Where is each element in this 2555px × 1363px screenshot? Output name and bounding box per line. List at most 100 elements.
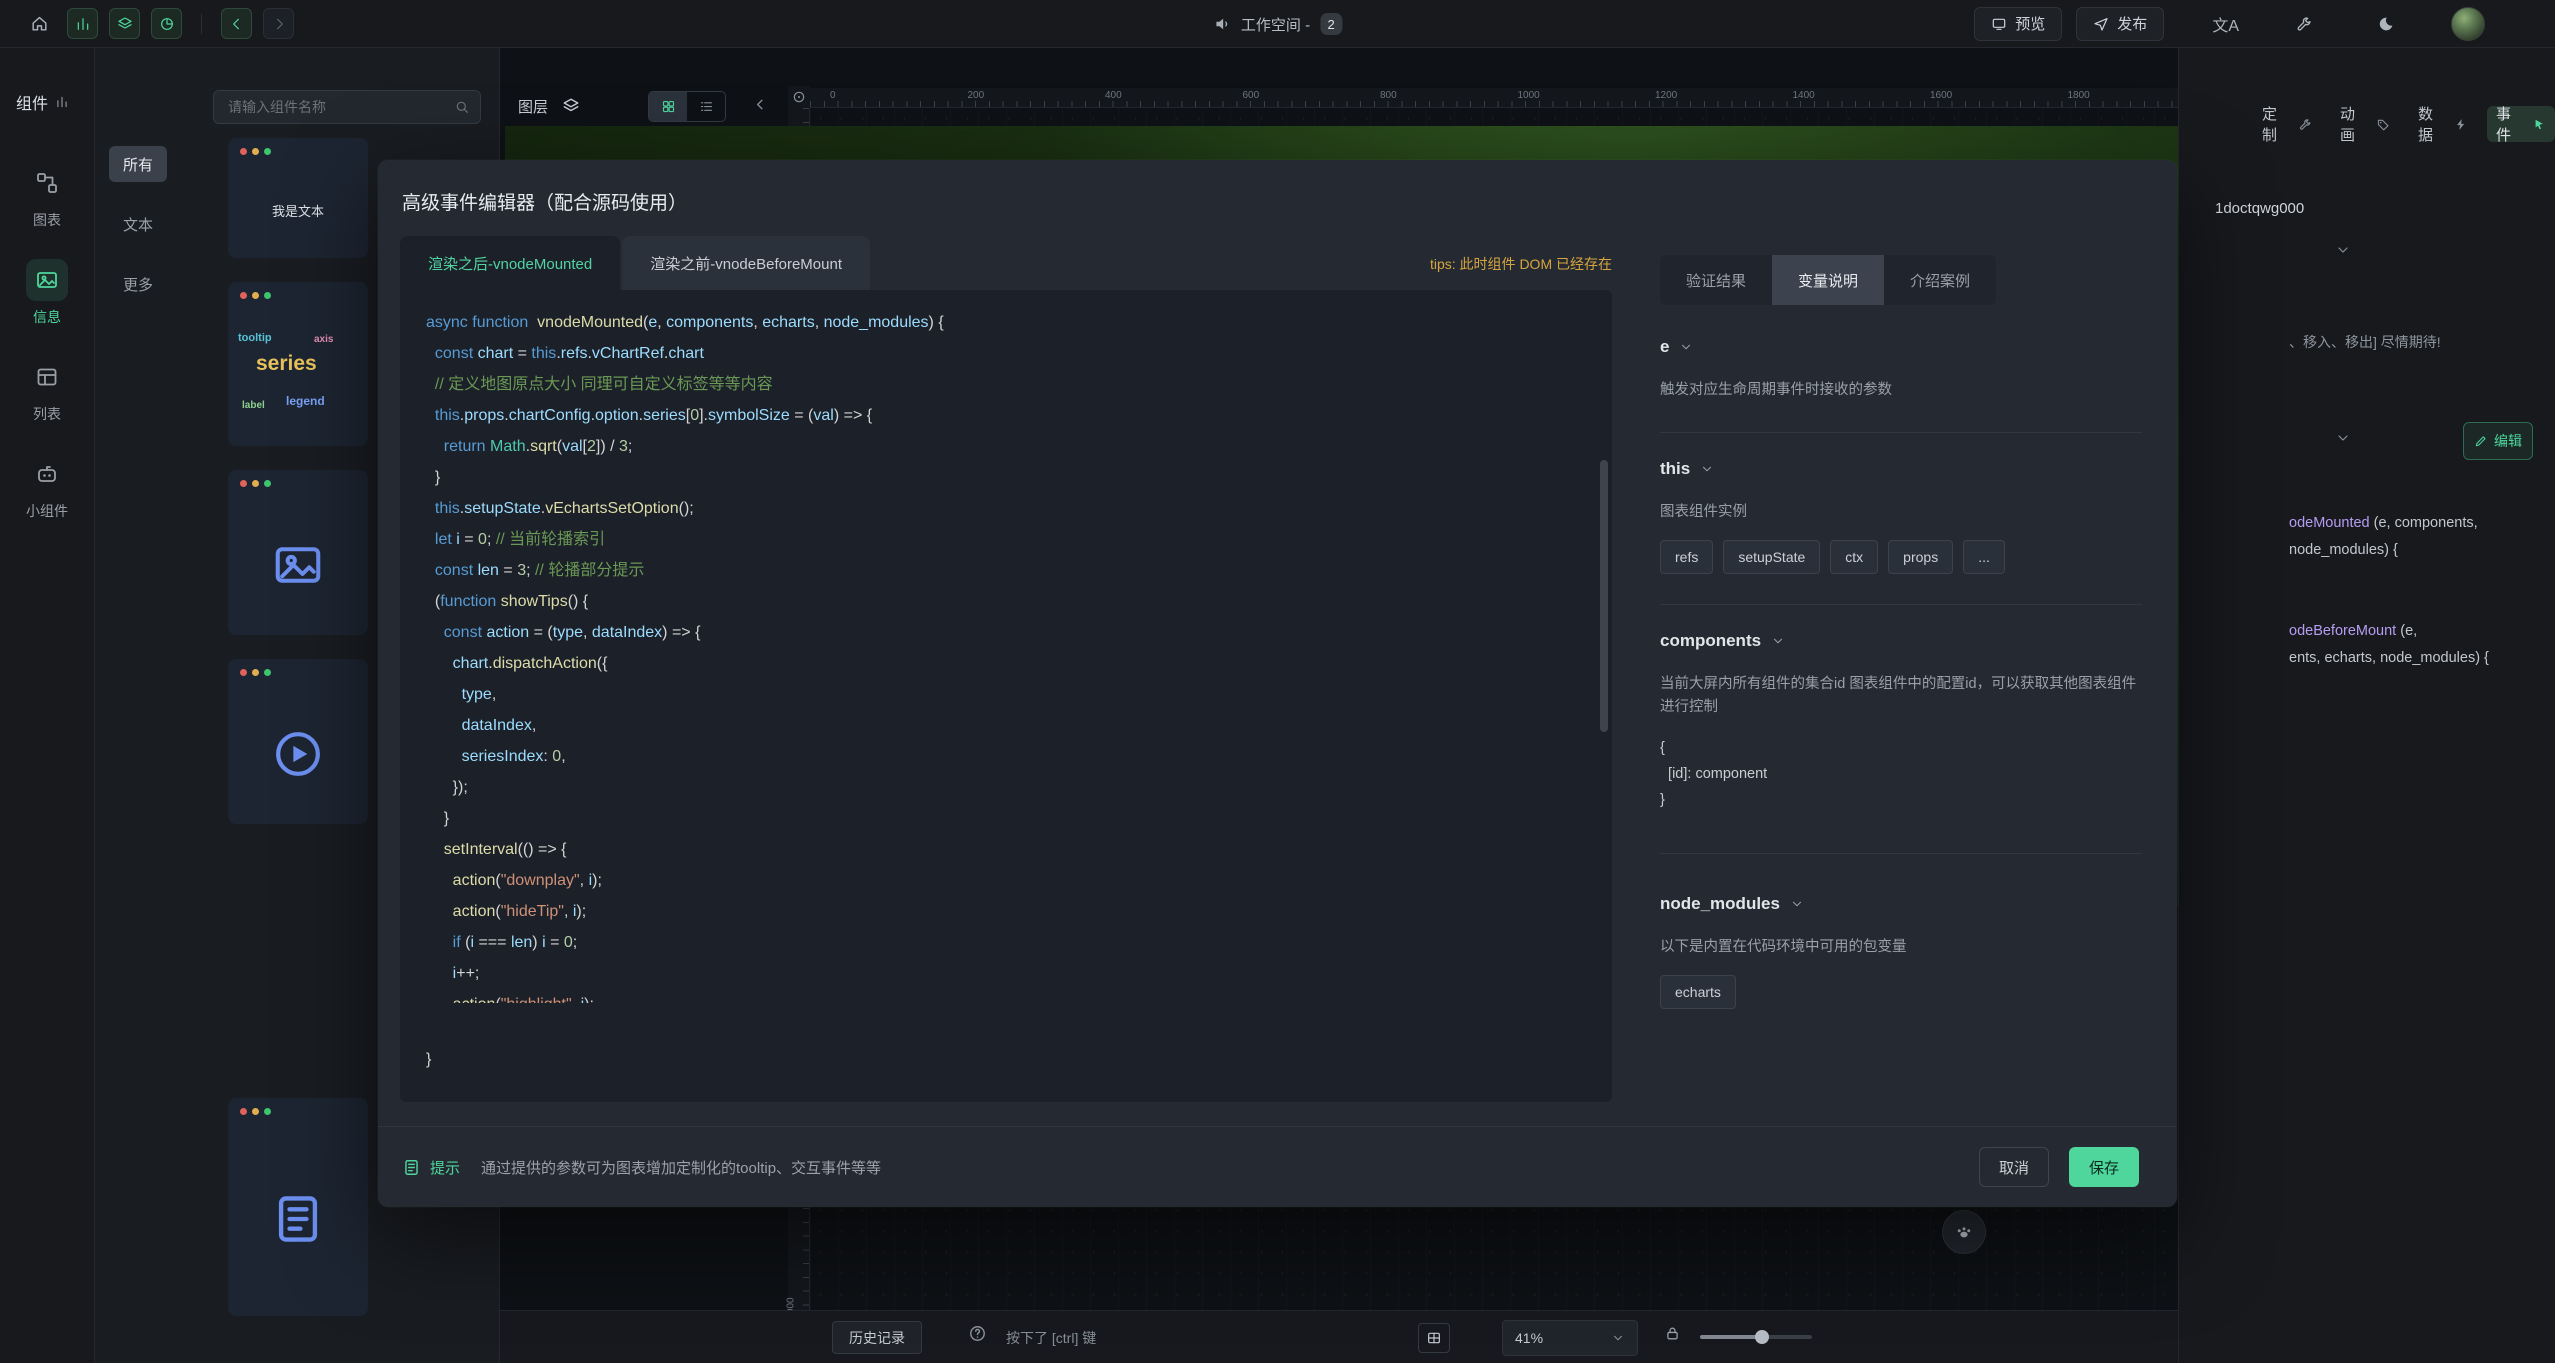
bottom-bar: 历史记录 按下了 [ctrl] 键 41%	[500, 1310, 2178, 1363]
help-icon[interactable]	[968, 1324, 987, 1343]
tools-button[interactable]	[2287, 7, 2321, 41]
pie-tool-button[interactable]	[151, 8, 182, 39]
zoom-slider-handle[interactable]	[1755, 1330, 1769, 1344]
event-snippet-before-mount[interactable]: odeBeforeMount (e, ents, echarts, node_m…	[2289, 618, 2489, 672]
var-section-components[interactable]: components	[1660, 631, 2142, 651]
chevron-down-icon[interactable]	[2335, 430, 2351, 446]
rail-item-widgets[interactable]: 小组件	[7, 447, 87, 527]
ruler-number: 1200	[1655, 90, 1677, 101]
rail-item-lists[interactable]: 列表	[7, 350, 87, 430]
chevron-down-icon[interactable]	[2335, 242, 2351, 258]
pie-chart-icon	[159, 16, 175, 32]
components-title-label: 组件	[16, 90, 48, 114]
paper-plane-icon	[2093, 16, 2109, 32]
tag-icon	[2376, 117, 2390, 132]
snippet-head: odeBeforeMount	[2289, 623, 2396, 639]
var-section-node-modules[interactable]: node_modules	[1660, 894, 2142, 914]
code-area[interactable]: async function vnodeMounted(e, component…	[426, 306, 1612, 1074]
var-section-e[interactable]: e	[1660, 337, 2142, 357]
code-line: }	[426, 461, 1612, 492]
bar-chart-icon	[75, 16, 91, 32]
paw-icon	[1954, 1222, 1974, 1242]
tab-variable-docs[interactable]: 变量说明	[1772, 255, 1884, 305]
topbar-left	[0, 7, 294, 41]
tab-data[interactable]: 数据	[2409, 106, 2477, 142]
wordcloud-word: legend	[286, 394, 325, 408]
component-card-list: 我是文本 tooltipserieslegendaxislabel	[228, 138, 368, 1316]
redo-button[interactable]	[263, 8, 294, 39]
modal-tabs: 渲染之后-vnodeMounted 渲染之前-vnodeBeforeMount	[400, 236, 872, 290]
tag-pill[interactable]: ...	[1963, 540, 2005, 574]
history-button[interactable]: 历史记录	[832, 1321, 922, 1354]
section-desc: 触发对应生命周期事件时接收的参数	[1660, 379, 2142, 402]
layers-label: 图层	[518, 96, 548, 117]
component-card-form[interactable]	[228, 1098, 368, 1316]
code-line: seriesIndex: 0,	[426, 740, 1612, 771]
cancel-button[interactable]: 取消	[1979, 1147, 2049, 1187]
chart-tool-button[interactable]	[67, 8, 98, 39]
tab-animation[interactable]: 动画	[2331, 106, 2399, 142]
code-line: // 定义地图原点大小 同理可自定义标签等等内容	[426, 368, 1612, 399]
grid-view-button[interactable]	[649, 92, 687, 121]
ruler-number: 800	[1380, 90, 1397, 101]
section-name: this	[1660, 459, 1690, 479]
undo-button[interactable]	[221, 8, 252, 39]
zoom-slider[interactable]	[1700, 1335, 1812, 1339]
preview-button[interactable]: 预览	[1974, 7, 2062, 41]
zoom-select[interactable]: 41%	[1502, 1320, 1638, 1356]
window-dots	[240, 148, 271, 155]
tag-pill[interactable]: echarts	[1660, 975, 1736, 1009]
rail-item-charts[interactable]: 图表	[7, 156, 87, 236]
tag-pill[interactable]: setupState	[1723, 540, 1820, 574]
var-section-this[interactable]: this	[1660, 459, 2142, 479]
collapse-panel-button[interactable]	[752, 96, 769, 113]
code-line: chart.dispatchAction({	[426, 647, 1612, 678]
component-card-video[interactable]	[228, 659, 368, 824]
tab-customize[interactable]: 定制	[2253, 106, 2321, 142]
publish-button[interactable]: 发布	[2076, 7, 2164, 41]
divider	[1660, 853, 2142, 854]
event-snippet-mounted[interactable]: odeMounted (e, components, node_modules)…	[2289, 510, 2478, 564]
editor-scrollbar[interactable]	[1600, 460, 1608, 732]
drag-canvas-button[interactable]	[1942, 1210, 1986, 1254]
tab-intro-examples[interactable]: 介绍案例	[1884, 255, 1996, 305]
rail-item-label: 小组件	[26, 501, 68, 521]
rail-item-info[interactable]: 信息	[7, 253, 87, 333]
snippet-rest: (e,	[2396, 623, 2417, 639]
save-button[interactable]: 保存	[2069, 1147, 2139, 1187]
grid-toggle-button[interactable]	[1418, 1323, 1450, 1353]
tag-pill[interactable]: props	[1888, 540, 1953, 574]
lock-icon[interactable]	[1664, 1325, 1681, 1342]
home-button[interactable]	[22, 7, 56, 41]
component-card-image[interactable]	[228, 470, 368, 635]
tab-vnode-before-mount[interactable]: 渲染之前-vnodeBeforeMount	[622, 236, 870, 290]
category-more[interactable]: 更多	[109, 266, 167, 302]
search-input[interactable]	[228, 99, 454, 115]
search-icon[interactable]	[454, 99, 470, 115]
code-editor[interactable]: async function vnodeMounted(e, component…	[400, 290, 1612, 1102]
modal-footer: 提示 通过提供的参数可为图表增加定制化的tooltip、交互事件等等 取消 保存	[378, 1126, 2177, 1207]
dark-mode-button[interactable]	[2369, 7, 2403, 41]
tag-pill[interactable]: ctx	[1830, 540, 1878, 574]
edit-event-button[interactable]: 编辑	[2463, 422, 2533, 460]
tab-vnode-mounted[interactable]: 渲染之后-vnodeMounted	[400, 236, 620, 290]
window-dots	[240, 1108, 271, 1115]
code-line: async function vnodeMounted(e, component…	[426, 306, 1612, 337]
category-all[interactable]: 所有	[109, 146, 167, 182]
tag-pill[interactable]: refs	[1660, 540, 1713, 574]
rail-item-label: 列表	[33, 404, 61, 424]
tab-validation-result[interactable]: 验证结果	[1660, 255, 1772, 305]
edit-label: 编辑	[2494, 431, 2522, 451]
list-view-button[interactable]	[687, 92, 725, 121]
speaker-icon[interactable]	[1213, 15, 1231, 33]
component-card-wordcloud[interactable]: tooltipserieslegendaxislabel	[228, 282, 368, 446]
category-text[interactable]: 文本	[109, 206, 167, 242]
layers-tool-button[interactable]	[109, 8, 140, 39]
wordcloud-word: tooltip	[238, 332, 272, 344]
language-toggle-button[interactable]: 文A	[2212, 12, 2239, 36]
tab-events[interactable]: 事件	[2487, 106, 2555, 142]
moon-icon	[2377, 15, 2395, 33]
component-card-text[interactable]: 我是文本	[228, 138, 368, 258]
avatar[interactable]	[2451, 7, 2485, 41]
side-tabs: 验证结果 变量说明 介绍案例	[1660, 255, 1996, 305]
